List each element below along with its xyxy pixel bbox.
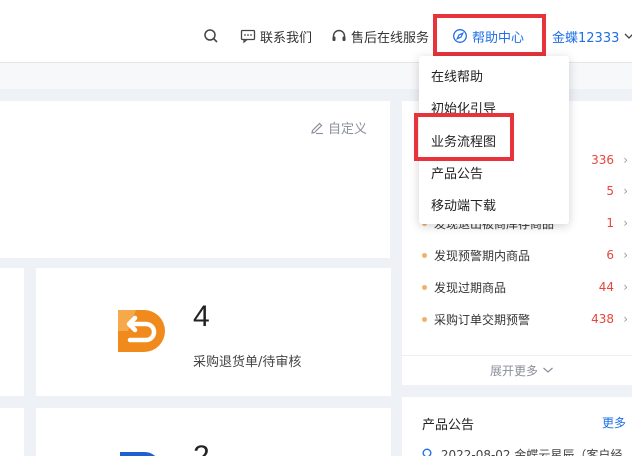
alert-item[interactable]: 采购订单交期预警 438 ›	[422, 309, 632, 329]
stat-card-partial-2	[0, 408, 24, 456]
purchase-return-card[interactable]	[36, 268, 391, 396]
purchase-return-count: 4	[193, 300, 210, 333]
chevron-right-icon: ›	[623, 280, 628, 294]
notices-title: 产品公告	[422, 418, 475, 433]
edit-icon	[311, 122, 323, 134]
contact-us-link[interactable]: 联系我们	[240, 24, 312, 48]
notice-item-text: 2022-08-02 金蝶云星辰（客户经	[440, 448, 623, 456]
compass-icon	[452, 28, 468, 44]
alert-item[interactable]: 发现预警期内商品 6 ›	[422, 245, 632, 265]
help-center-label: 帮助中心	[472, 30, 525, 46]
alert-count: 438	[591, 312, 614, 326]
chevron-right-icon: ›	[623, 184, 628, 198]
contact-us-label: 联系我们	[260, 30, 313, 46]
notice-item[interactable]: 2022-08-02 金蝶云星辰（客户经	[422, 446, 622, 456]
chevron-right-icon: ›	[623, 216, 628, 230]
stat-card-2[interactable]	[36, 408, 391, 456]
customize-label: 自定义	[328, 122, 368, 137]
bullet-dot	[422, 252, 427, 258]
expand-more-label: 展开更多	[490, 364, 539, 378]
headset-icon	[331, 28, 347, 44]
dropdown-item-product-notice[interactable]: 产品公告	[431, 163, 483, 182]
panel-divider	[402, 355, 632, 356]
alert-count: 6	[606, 248, 614, 262]
purchase-return-label: 采购退货单/待审核	[193, 355, 302, 370]
after-sales-link[interactable]: 售后在线服务	[331, 24, 429, 48]
chevron-down-icon	[624, 31, 632, 41]
bullet-dot	[422, 316, 427, 322]
search-icon	[203, 28, 219, 44]
stat-card-partial	[0, 268, 24, 396]
purchase-return-icon	[118, 310, 165, 352]
search-icon	[422, 448, 432, 456]
bullet-dot	[422, 284, 427, 290]
chevron-right-icon: ›	[623, 248, 628, 262]
search-button[interactable]	[203, 24, 223, 48]
dropdown-item-online-help[interactable]: 在线帮助	[431, 66, 483, 85]
alert-count: 44	[598, 280, 614, 294]
stat-count-2: 2	[193, 440, 210, 456]
dropdown-item-mobile-download[interactable]: 移动端下载	[431, 195, 496, 214]
chevron-right-icon: ›	[623, 312, 628, 326]
expand-more-button[interactable]: 展开更多	[490, 362, 554, 379]
alert-count: 1	[606, 216, 614, 230]
alert-count: 336	[591, 153, 614, 167]
customize-button[interactable]: 自定义	[310, 118, 367, 137]
message-icon	[240, 28, 256, 44]
alert-label: 发现过期商品	[434, 280, 507, 295]
chevron-down-icon	[542, 367, 553, 373]
notices-more-link[interactable]: 更多	[602, 414, 626, 431]
user-name: 金蝶12333	[552, 30, 620, 46]
alert-count: 5	[606, 184, 614, 198]
help-center-link[interactable]: 帮助中心	[452, 24, 524, 48]
chevron-right-icon: ›	[623, 153, 628, 167]
user-menu[interactable]: 金蝶12333	[552, 24, 632, 48]
alert-label: 发现预警期内商品	[434, 248, 531, 263]
business-flow-highlight-box	[414, 113, 514, 161]
alert-label: 采购订单交期预警	[434, 312, 531, 327]
document-icon	[120, 451, 156, 456]
alert-item[interactable]: 发现过期商品 44 ›	[422, 277, 632, 297]
after-sales-label: 售后在线服务	[351, 30, 430, 46]
